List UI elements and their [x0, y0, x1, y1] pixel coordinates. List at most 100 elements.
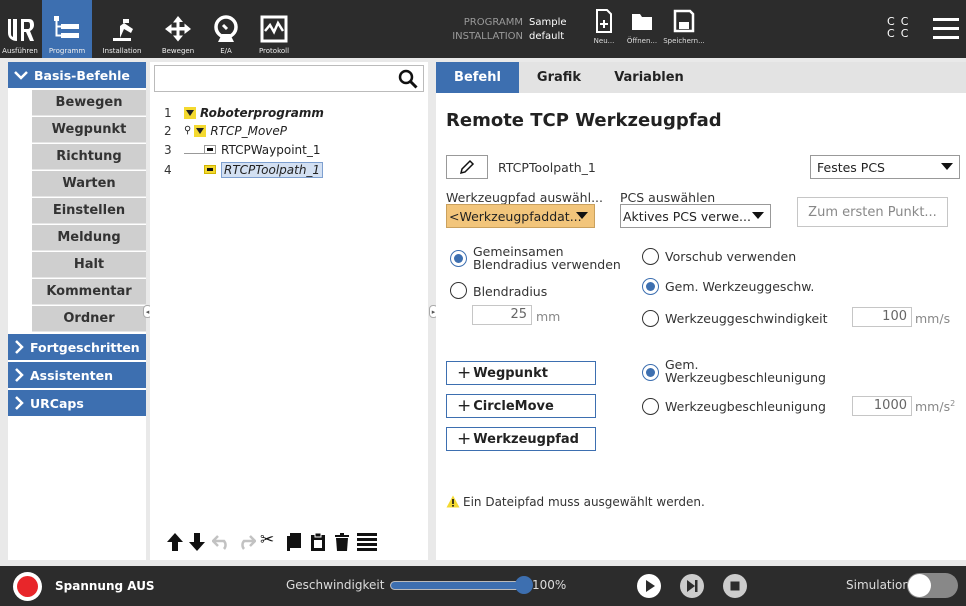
power-button[interactable] [13, 572, 42, 601]
accel-input[interactable]: 1000 [852, 396, 912, 416]
step-icon [687, 580, 698, 592]
branch-icon: ⚲ [184, 125, 192, 136]
cut-icon[interactable]: ✂ [260, 530, 274, 550]
cmd-direction[interactable]: Richtung [32, 144, 146, 170]
shared-speed-radio[interactable] [642, 278, 659, 295]
cmd-halt[interactable]: Halt [32, 252, 146, 278]
speed-slider-handle[interactable] [515, 576, 533, 594]
tree-row[interactable]: 3 RTCPWaypoint_1 [164, 141, 321, 158]
category-advanced[interactable]: Fortgeschritten [8, 334, 146, 360]
add-waypoint-label: Wegpunkt [473, 365, 548, 381]
cmd-set[interactable]: Einstellen [32, 198, 146, 224]
plus-icon: + [457, 363, 472, 383]
search-icon[interactable] [398, 69, 418, 89]
speed-slider-track[interactable] [390, 581, 524, 590]
speed-slider-label: Geschwindigkeit [286, 578, 385, 592]
copy-icon[interactable] [286, 532, 302, 552]
add-waypoint-button[interactable]: + Wegpunkt [446, 361, 596, 385]
cmd-waypoint[interactable]: Wegpunkt [32, 117, 146, 143]
category-wizards[interactable]: Assistenten [8, 362, 146, 388]
nav-run[interactable]: Ausführen [0, 0, 40, 58]
io-icon [214, 15, 238, 42]
panel-tabs: Befehl Grafik Variablen [436, 62, 966, 93]
move-up-icon[interactable] [166, 532, 184, 552]
redo-icon[interactable] [236, 534, 256, 550]
save-button-label: Speichern... [663, 37, 705, 45]
shared-blend-radio[interactable] [450, 250, 467, 267]
toolpath-select-value: <Werkzeugpfaddat... [449, 208, 582, 224]
pcs-select-label: PCS auswählen [620, 190, 716, 205]
nav-log[interactable]: Protokoll [252, 0, 296, 58]
tree-row[interactable]: 1 Roboterprogramm [164, 104, 324, 121]
category-urcaps[interactable]: URCaps [8, 390, 146, 416]
speed-input[interactable]: 100 [852, 307, 912, 327]
dropdown-arrow-icon [941, 163, 953, 170]
hamburger-menu-icon[interactable] [933, 16, 959, 44]
suppress-icon[interactable] [356, 531, 378, 553]
nav-io[interactable]: E/A [206, 0, 246, 58]
accel-radio[interactable] [642, 398, 659, 415]
folder-icon [632, 14, 652, 30]
nav-io-label: E/A [220, 47, 232, 55]
blend-radius-radio[interactable] [450, 282, 467, 299]
installation-label: INSTALLATION [452, 31, 523, 42]
chevron-right-icon [15, 396, 24, 410]
save-button[interactable]: Speichern... [662, 8, 706, 54]
move-down-icon[interactable] [188, 532, 206, 552]
shared-accel-label: Gem. Werkzeugbeschleunigung [665, 358, 826, 384]
step-button[interactable] [680, 574, 704, 598]
ur-logo-icon [8, 19, 34, 41]
command-sidebar: Basis-Befehle Bewegen Wegpunkt Richtung … [8, 62, 146, 560]
nav-program-label: Programm [48, 47, 86, 55]
tab-variables[interactable]: Variablen [599, 62, 699, 93]
accel-unit-text: mm/s [915, 399, 951, 415]
paste-icon[interactable] [310, 532, 326, 552]
delete-icon[interactable] [334, 532, 350, 552]
tree-row-selected[interactable]: 4 RTCPToolpath_1 [164, 161, 324, 178]
tree-row-number: 3 [164, 142, 172, 157]
tab-command[interactable]: Befehl [436, 62, 519, 93]
rename-button[interactable] [446, 155, 488, 179]
toolpath-select[interactable]: <Werkzeugpfaddat... [446, 204, 595, 228]
feed-radio[interactable] [642, 248, 659, 265]
open-button[interactable]: Öffnen... [620, 8, 664, 54]
cmd-comment[interactable]: Kommentar [32, 279, 146, 305]
toolpath-icon [204, 165, 216, 174]
tab-graphics[interactable]: Grafik [519, 62, 599, 93]
toggle-knob [908, 574, 931, 597]
move-to-first-point-button[interactable]: Zum ersten Punkt... [797, 197, 948, 227]
toolpath-select-label: Werkzeugpfad auswähl... [446, 190, 604, 205]
category-basic[interactable]: Basis-Befehle [8, 62, 146, 88]
nav-installation[interactable]: Installation [94, 0, 150, 58]
nav-program[interactable]: Programm [42, 0, 92, 58]
shared-speed-label: Gem. Werkzeuggeschw. [665, 279, 815, 294]
add-toolpath-button[interactable]: + Werkzeugpfad [446, 427, 596, 451]
expand-icon[interactable] [194, 124, 207, 137]
cmd-wait[interactable]: Warten [32, 171, 146, 197]
add-circlemove-button[interactable]: + CircleMove [446, 394, 596, 418]
program-tree-icon [54, 16, 79, 38]
top-bar: Ausführen Programm Installation Bewegen … [0, 0, 966, 58]
shared-accel-radio[interactable] [642, 364, 659, 381]
speed-label: Werkzeuggeschwindigkeit [665, 311, 828, 326]
program-label: PROGRAMM [463, 17, 523, 28]
cmd-folder[interactable]: Ordner [32, 306, 146, 332]
bottom-bar: Spannung AUS Geschwindigkeit 100% Simula… [0, 566, 966, 606]
nav-move[interactable]: Bewegen [156, 0, 200, 58]
new-file-icon [596, 9, 612, 33]
frame-select[interactable]: Festes PCS [810, 155, 960, 179]
speed-radio[interactable] [642, 310, 659, 327]
nav-run-label: Ausführen [2, 47, 38, 55]
pcs-select[interactable]: Aktives PCS verwe... [620, 204, 771, 228]
stop-button[interactable] [723, 574, 747, 598]
tree-row[interactable]: 2 ⚲ RTCP_MoveP [164, 122, 287, 139]
simulation-toggle[interactable] [907, 573, 958, 598]
cmd-move[interactable]: Bewegen [32, 90, 146, 116]
cmd-popup[interactable]: Meldung [32, 225, 146, 251]
undo-icon[interactable] [212, 534, 232, 550]
play-button[interactable] [637, 574, 661, 598]
search-input[interactable] [154, 65, 424, 92]
nav-move-label: Bewegen [161, 47, 195, 55]
expand-icon[interactable] [184, 106, 196, 119]
blend-radius-input[interactable]: 25 [472, 305, 532, 325]
